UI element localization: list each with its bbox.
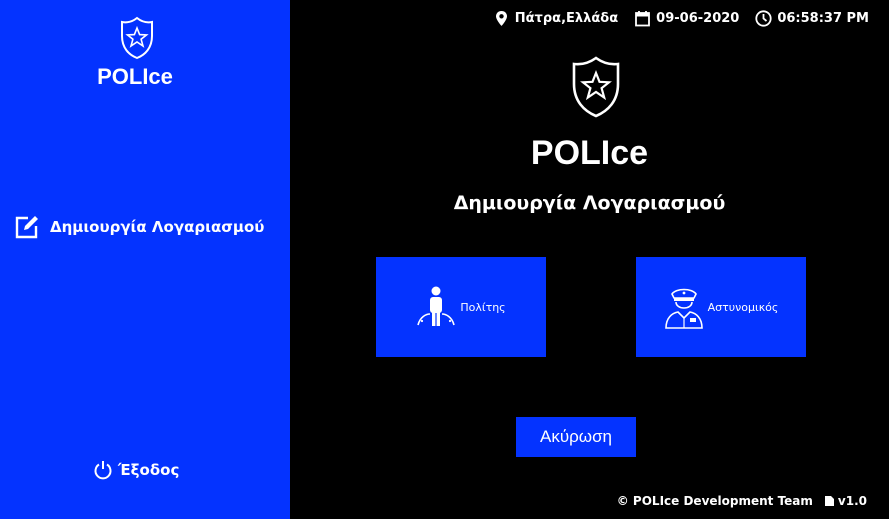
page-subtitle: Δημιουργία Λογαριασμού: [453, 192, 726, 214]
map-pin-icon: [495, 10, 507, 26]
page-title: POLIce: [530, 134, 649, 172]
document-icon: [824, 496, 834, 506]
location-text: Πάτρα,Ελλάδα: [514, 10, 619, 26]
footer-credit: © POLIce Development Team: [616, 494, 813, 508]
edit-icon: [15, 216, 38, 239]
calendar-icon: [635, 10, 651, 26]
version-text: v1.0: [837, 494, 867, 508]
status-bar: Πάτρα,Ελλάδα 09-06-2020 06:58:37 PM: [477, 7, 869, 29]
police-badge-icon: [572, 56, 620, 118]
sidebar-brand: POLIce: [97, 64, 173, 89]
citizen-role-label: Πολίτης: [460, 300, 506, 314]
power-icon: [94, 461, 112, 480]
sidebar-item-label: Δημιουργία Λογαριασμού: [50, 218, 265, 236]
version-info: v1.0: [824, 494, 867, 508]
officer-role-label: Αστυνομικός: [707, 300, 779, 314]
logout-label: Έξοδος: [118, 461, 180, 479]
footer: © POLIce Development Team v1.0: [617, 494, 867, 508]
cancel-button[interactable]: Ακύρωση: [516, 417, 636, 457]
location-display: Πάτρα,Ελλάδα: [493, 10, 618, 27]
date-text: 09-06-2020: [656, 10, 740, 26]
sidebar: POLIce Δημιουργία Λογαριασμού Έξοδος: [0, 0, 290, 519]
date-display: 09-06-2020: [634, 10, 739, 27]
police-officer-icon: [664, 288, 703, 329]
citizen-role-button[interactable]: Πολίτης: [376, 257, 546, 357]
time-text: 06:58:37 PM: [777, 10, 869, 26]
logout-button[interactable]: Έξοδος: [93, 458, 179, 482]
clock-icon: [755, 9, 772, 27]
time-display: 06:58:37 PM: [755, 9, 869, 27]
sidebar-item-create-account[interactable]: Δημιουργία Λογαριασμού: [14, 212, 264, 242]
citizen-icon: [417, 286, 456, 326]
police-badge-icon: [121, 16, 153, 60]
officer-role-button[interactable]: Αστυνομικός: [636, 257, 806, 357]
